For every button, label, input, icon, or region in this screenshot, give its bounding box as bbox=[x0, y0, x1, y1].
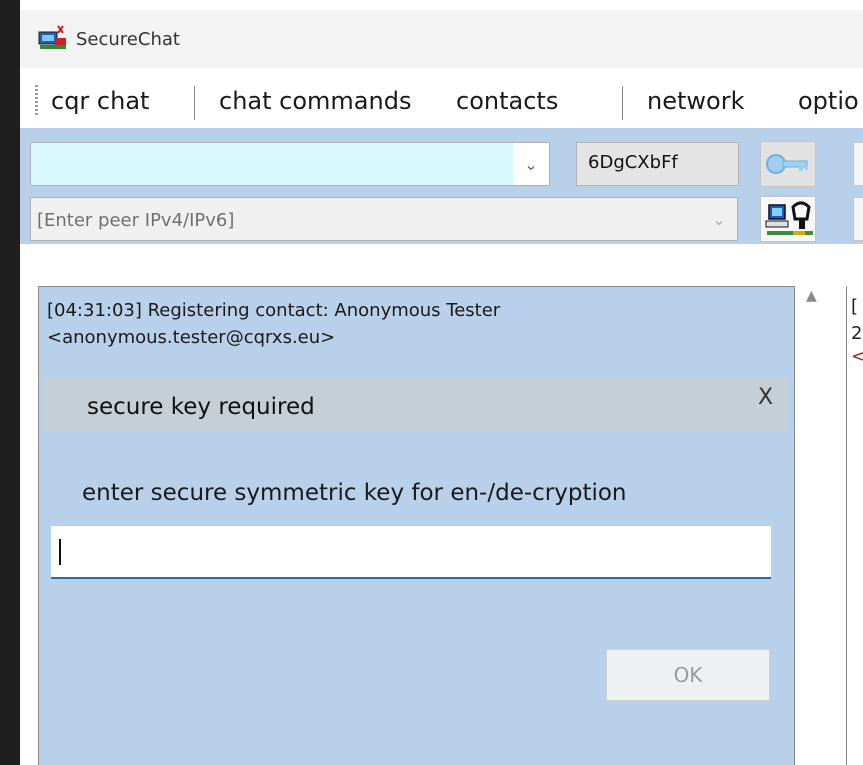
secure-key-dialog: secure key required X enter secure symme… bbox=[43, 377, 788, 740]
side-peek-text: [ bbox=[851, 296, 859, 317]
secure-key-button[interactable] bbox=[760, 141, 816, 187]
computer-plug-icon bbox=[765, 201, 813, 235]
menubar-grip[interactable] bbox=[35, 85, 38, 117]
toolbar: ⌄ 6DgCXbFf [Enter peer IPv4/IPv6] ⌄ bbox=[20, 128, 863, 244]
key-icon bbox=[766, 154, 808, 174]
menu-chat-commands[interactable]: chat commands bbox=[219, 87, 411, 115]
nickname-field[interactable]: 6DgCXbFf bbox=[576, 142, 739, 186]
menu-bar: cqr chat chat commands contacts network … bbox=[20, 78, 863, 130]
connect-peer-button[interactable] bbox=[760, 196, 816, 242]
toolbar-button-partial[interactable] bbox=[853, 142, 863, 186]
chat-log-line: <anonymous.tester@cqrxs.eu> bbox=[47, 327, 336, 348]
securechat-app-icon bbox=[38, 25, 66, 49]
desktop-edge bbox=[0, 0, 20, 765]
menu-cqr-chat[interactable]: cqr chat bbox=[51, 87, 149, 115]
securechat-window: SecureChat cqr chat chat commands contac… bbox=[20, 10, 863, 765]
chat-log-scrollbar[interactable]: ▲ bbox=[801, 286, 827, 765]
toolbar-button-partial[interactable] bbox=[853, 197, 863, 241]
peer-address-combo[interactable]: [Enter peer IPv4/IPv6] ⌄ bbox=[30, 197, 738, 241]
chevron-down-icon[interactable]: ⌄ bbox=[513, 143, 549, 185]
dialog-prompt: enter secure symmetric key for en-/de-cr… bbox=[82, 480, 627, 506]
chevron-down-icon[interactable]: ⌄ bbox=[701, 198, 737, 240]
menu-separator bbox=[194, 86, 195, 120]
dialog-title-bar[interactable]: secure key required X bbox=[43, 377, 788, 432]
side-peek-text: < bbox=[851, 346, 863, 367]
ok-button[interactable]: OK bbox=[606, 649, 770, 701]
chat-log-line: [04:31:03] Registering contact: Anonymou… bbox=[47, 300, 501, 321]
menu-contacts[interactable]: contacts bbox=[456, 87, 558, 115]
window-title: SecureChat bbox=[76, 29, 180, 50]
title-bar[interactable]: SecureChat bbox=[20, 10, 863, 68]
menu-options[interactable]: optio bbox=[798, 87, 859, 115]
menu-network[interactable]: network bbox=[647, 87, 744, 115]
dialog-close-button[interactable]: X bbox=[758, 385, 773, 410]
text-caret bbox=[59, 539, 61, 565]
dialog-title: secure key required bbox=[87, 394, 315, 420]
peer-address-placeholder: [Enter peer IPv4/IPv6] bbox=[37, 210, 235, 231]
chat-log-text: [04:31:03] Registering contact: Anonymou… bbox=[47, 297, 500, 351]
menu-separator bbox=[622, 86, 623, 120]
side-peek-text: 2 bbox=[851, 323, 863, 344]
scroll-up-arrow-icon[interactable]: ▲ bbox=[806, 288, 817, 304]
side-panel-partial[interactable]: [ 2 < bbox=[846, 286, 863, 765]
secret-key-combo[interactable]: ⌄ bbox=[30, 142, 550, 186]
secure-key-input[interactable] bbox=[51, 526, 771, 579]
